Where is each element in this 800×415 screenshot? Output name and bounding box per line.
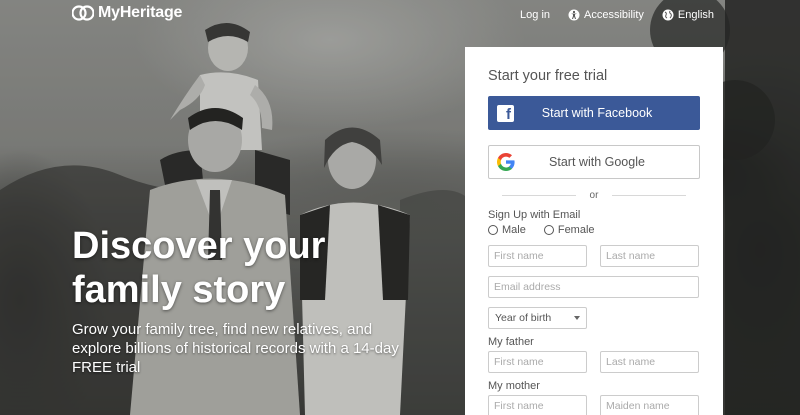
hero-headline: Discover your family story: [72, 224, 452, 312]
brand-name: MyHeritage: [98, 4, 183, 21]
gender-radio-group: Male Female: [488, 224, 700, 236]
male-label: Male: [502, 224, 526, 236]
divider-line-left: [502, 194, 576, 196]
google-button-label: Start with Google: [549, 155, 645, 169]
father-first-name-input[interactable]: First name: [488, 351, 587, 373]
globe-icon: [662, 9, 674, 21]
year-of-birth-label: Year of birth: [495, 312, 552, 324]
father-last-name-input[interactable]: Last name: [600, 351, 699, 373]
gender-male-option[interactable]: Male: [488, 224, 526, 236]
signup-panel: Start your free trial f Start with Faceb…: [465, 47, 723, 415]
headline-line-2: family story: [72, 269, 286, 311]
mother-first-placeholder: First name: [494, 400, 544, 412]
signup-title: Start your free trial: [488, 68, 608, 84]
facebook-button-label: Start with Facebook: [541, 106, 653, 120]
first-name-placeholder: First name: [494, 250, 544, 262]
accessibility-link[interactable]: Accessibility: [568, 9, 644, 21]
language-label: English: [677, 9, 714, 21]
email-input[interactable]: Email address: [488, 276, 699, 298]
facebook-icon: f: [497, 104, 514, 122]
email-signup-label: Sign Up with Email: [488, 209, 581, 221]
headline-line-1: Discover your: [72, 225, 326, 267]
mother-maiden-placeholder: Maiden name: [606, 400, 670, 412]
last-name-placeholder: Last name: [606, 250, 656, 262]
year-of-birth-select[interactable]: Year of birth: [488, 307, 587, 329]
login-label: Log in: [520, 9, 551, 21]
accessibility-icon: [568, 9, 580, 21]
father-last-placeholder: Last name: [606, 356, 656, 368]
mother-first-name-input[interactable]: First name: [488, 395, 587, 415]
myheritage-logo-icon: [72, 5, 94, 21]
female-radio[interactable]: [543, 225, 554, 235]
father-first-placeholder: First name: [494, 356, 544, 368]
mother-label: My mother: [488, 380, 540, 392]
gender-female-option[interactable]: Female: [543, 224, 595, 236]
or-divider: or: [488, 188, 700, 202]
first-name-input[interactable]: First name: [488, 245, 587, 267]
start-with-google-button[interactable]: Start with Google: [488, 145, 700, 179]
accessibility-label: Accessibility: [584, 9, 644, 21]
myheritage-logo[interactable]: MyHeritage: [72, 4, 182, 22]
language-selector[interactable]: English: [662, 9, 714, 21]
hero-subheadline: Grow your family tree, find new relative…: [72, 321, 399, 376]
last-name-input[interactable]: Last name: [600, 245, 699, 267]
divider-line-right: [612, 194, 686, 196]
email-placeholder: Email address: [494, 281, 561, 293]
google-icon: [497, 153, 515, 171]
start-with-facebook-button[interactable]: f Start with Facebook: [488, 96, 700, 130]
top-navigation: Log in Accessibility English: [520, 9, 714, 21]
father-label: My father: [488, 336, 534, 348]
login-link[interactable]: Log in: [520, 9, 550, 21]
or-label: or: [589, 189, 599, 201]
chevron-down-icon: [574, 316, 580, 320]
mother-maiden-name-input[interactable]: Maiden name: [600, 395, 699, 415]
female-label: Female: [557, 224, 595, 236]
male-radio[interactable]: [488, 225, 498, 235]
